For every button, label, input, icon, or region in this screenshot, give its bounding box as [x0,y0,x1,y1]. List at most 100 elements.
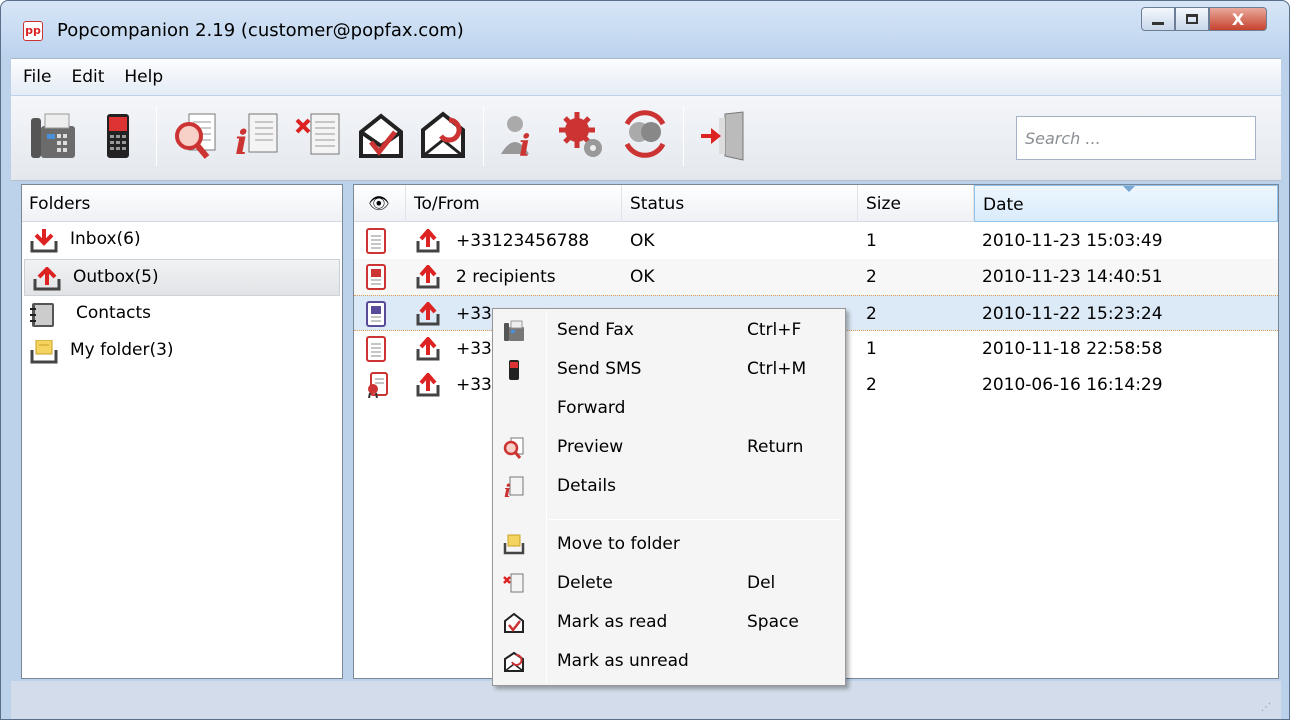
table-row[interactable]: +33123456788 OK 1 2010-11-23 15:03:49 [354,223,1278,259]
app-icon: pp [23,21,43,41]
close-button[interactable]: X [1209,7,1267,31]
resize-grip-icon[interactable]: ⋰ [1261,702,1271,713]
svg-text:i: i [519,129,530,162]
delete-icon [503,572,525,596]
settings-icon[interactable] [559,110,607,162]
folders-panel: Folders Inbox(6) Outbox(5) Contacts My f… [21,184,343,679]
column-size[interactable]: Size [858,185,974,222]
menu-item-label: Send Fax [557,320,634,340]
folder-label: My folder(3) [70,340,174,360]
fax-icon [503,319,525,343]
window-controls: X [1141,7,1267,31]
menu-item-label: Mark as read [557,612,668,632]
svg-text:i: i [504,481,511,499]
column-status[interactable]: Status [622,185,858,222]
cell-size: 1 [866,231,877,251]
menu-item-shortcut: Ctrl+M [747,359,807,379]
window-title: Popcompanion 2.19 (customer@popfax.com) [57,20,464,41]
preview-icon[interactable] [171,110,219,162]
menu-item-shortcut: Del [747,573,776,593]
menu-item-label: Details [557,476,616,496]
toolbar: i i Search ... [11,96,1281,181]
cell-to-from: +33 [456,339,492,359]
menu-item-send-fax[interactable]: Send Fax Ctrl+F [493,312,845,350]
cell-date: 2010-11-23 14:40:51 [982,267,1163,287]
menu-item-mark-as-read[interactable]: Mark as read Space [493,604,845,642]
menu-item-details[interactable]: i Details [493,468,845,506]
cell-date: 2010-11-23 15:03:49 [982,231,1163,251]
maximize-icon [1186,14,1198,24]
column-date[interactable]: Date [974,185,1278,222]
sent-arrow-icon [416,263,440,289]
fax-document-icon [366,301,388,327]
cell-date: 2010-11-22 15:23:24 [982,304,1163,324]
cell-date: 2010-06-16 16:14:29 [982,375,1163,395]
cell-to-from: +33 [456,304,492,324]
menu-item-delete[interactable]: Delete Del [493,565,845,603]
folder-icon [503,533,525,557]
menu-item-label: Forward [557,398,626,418]
folder-label: Outbox(5) [73,267,159,287]
title-bar[interactable]: pp Popcompanion 2.19 (customer@popfax.co… [1,1,1289,57]
menu-item-mark-as-unread[interactable]: Mark as unread [493,643,845,681]
envelope-open-icon [503,611,525,635]
menu-item-label: Delete [557,573,613,593]
cell-to-from: +33123456788 [456,231,590,251]
search-input[interactable]: Search ... [1016,116,1256,160]
send-fax-icon[interactable] [29,110,77,162]
magnifier-icon [503,436,525,460]
folder-icon [30,339,58,364]
toolbar-separator [683,106,684,166]
fax-document-icon [366,228,388,254]
column-read[interactable]: 👁 [354,185,406,222]
toolbar-separator [156,106,157,166]
cell-to-from: +33 [456,375,492,395]
cell-size: 2 [866,304,877,324]
cell-status: OK [630,231,655,251]
menu-item-label: Preview [557,437,624,457]
menu-item-send-sms[interactable]: Send SMS Ctrl+M [493,351,845,389]
column-to-from[interactable]: To/From [406,185,622,222]
table-row[interactable]: 2 recipients OK 2 2010-11-23 14:40:51 [354,259,1278,295]
context-menu: Send Fax Ctrl+F Send SMS Ctrl+M Forward … [492,308,846,686]
mobile-icon [503,358,525,382]
sent-arrow-icon [416,335,440,361]
menu-edit[interactable]: Edit [71,67,104,87]
inbox-icon [30,229,58,253]
folder-label: Inbox(6) [70,229,141,249]
sent-arrow-icon [416,300,440,326]
menu-item-preview[interactable]: Preview Return [493,429,845,467]
folder-inbox[interactable]: Inbox(6) [22,222,342,259]
maximize-button[interactable] [1175,7,1209,31]
delete-icon[interactable] [295,110,343,162]
exit-icon[interactable] [699,110,747,162]
eye-icon: 👁 [368,194,390,214]
folder-my-folder[interactable]: My folder(3) [22,333,342,370]
cell-status: OK [630,267,655,287]
mark-unread-icon[interactable] [419,110,467,162]
sent-arrow-icon [416,227,440,253]
minimize-button[interactable] [1141,7,1175,31]
menu-item-shortcut: Return [747,437,804,457]
status-bar: ⋰ [11,681,1281,719]
user-info-icon[interactable]: i [497,110,545,164]
cell-date: 2010-11-18 22:58:58 [982,339,1163,359]
menu-item-move-to-folder[interactable]: Move to folder [493,526,845,564]
folder-contacts[interactable]: Contacts [22,296,342,333]
mark-read-icon[interactable] [357,110,405,162]
folder-outbox[interactable]: Outbox(5) [24,259,340,296]
menu-item-label: Send SMS [557,359,642,379]
svg-text:i: i [235,123,248,162]
menu-item-forward[interactable]: Forward [493,390,845,428]
toolbar-separator [483,106,484,166]
send-sms-icon[interactable] [95,110,143,162]
details-icon[interactable]: i [233,110,281,163]
sort-descending-icon [1123,186,1135,192]
outbox-icon [33,266,61,291]
menu-file[interactable]: File [23,67,51,87]
fax-document-icon [366,264,388,290]
folder-label: Contacts [76,303,151,323]
sync-icon[interactable] [621,110,669,162]
menu-separator [549,519,841,520]
menu-help[interactable]: Help [124,67,163,87]
